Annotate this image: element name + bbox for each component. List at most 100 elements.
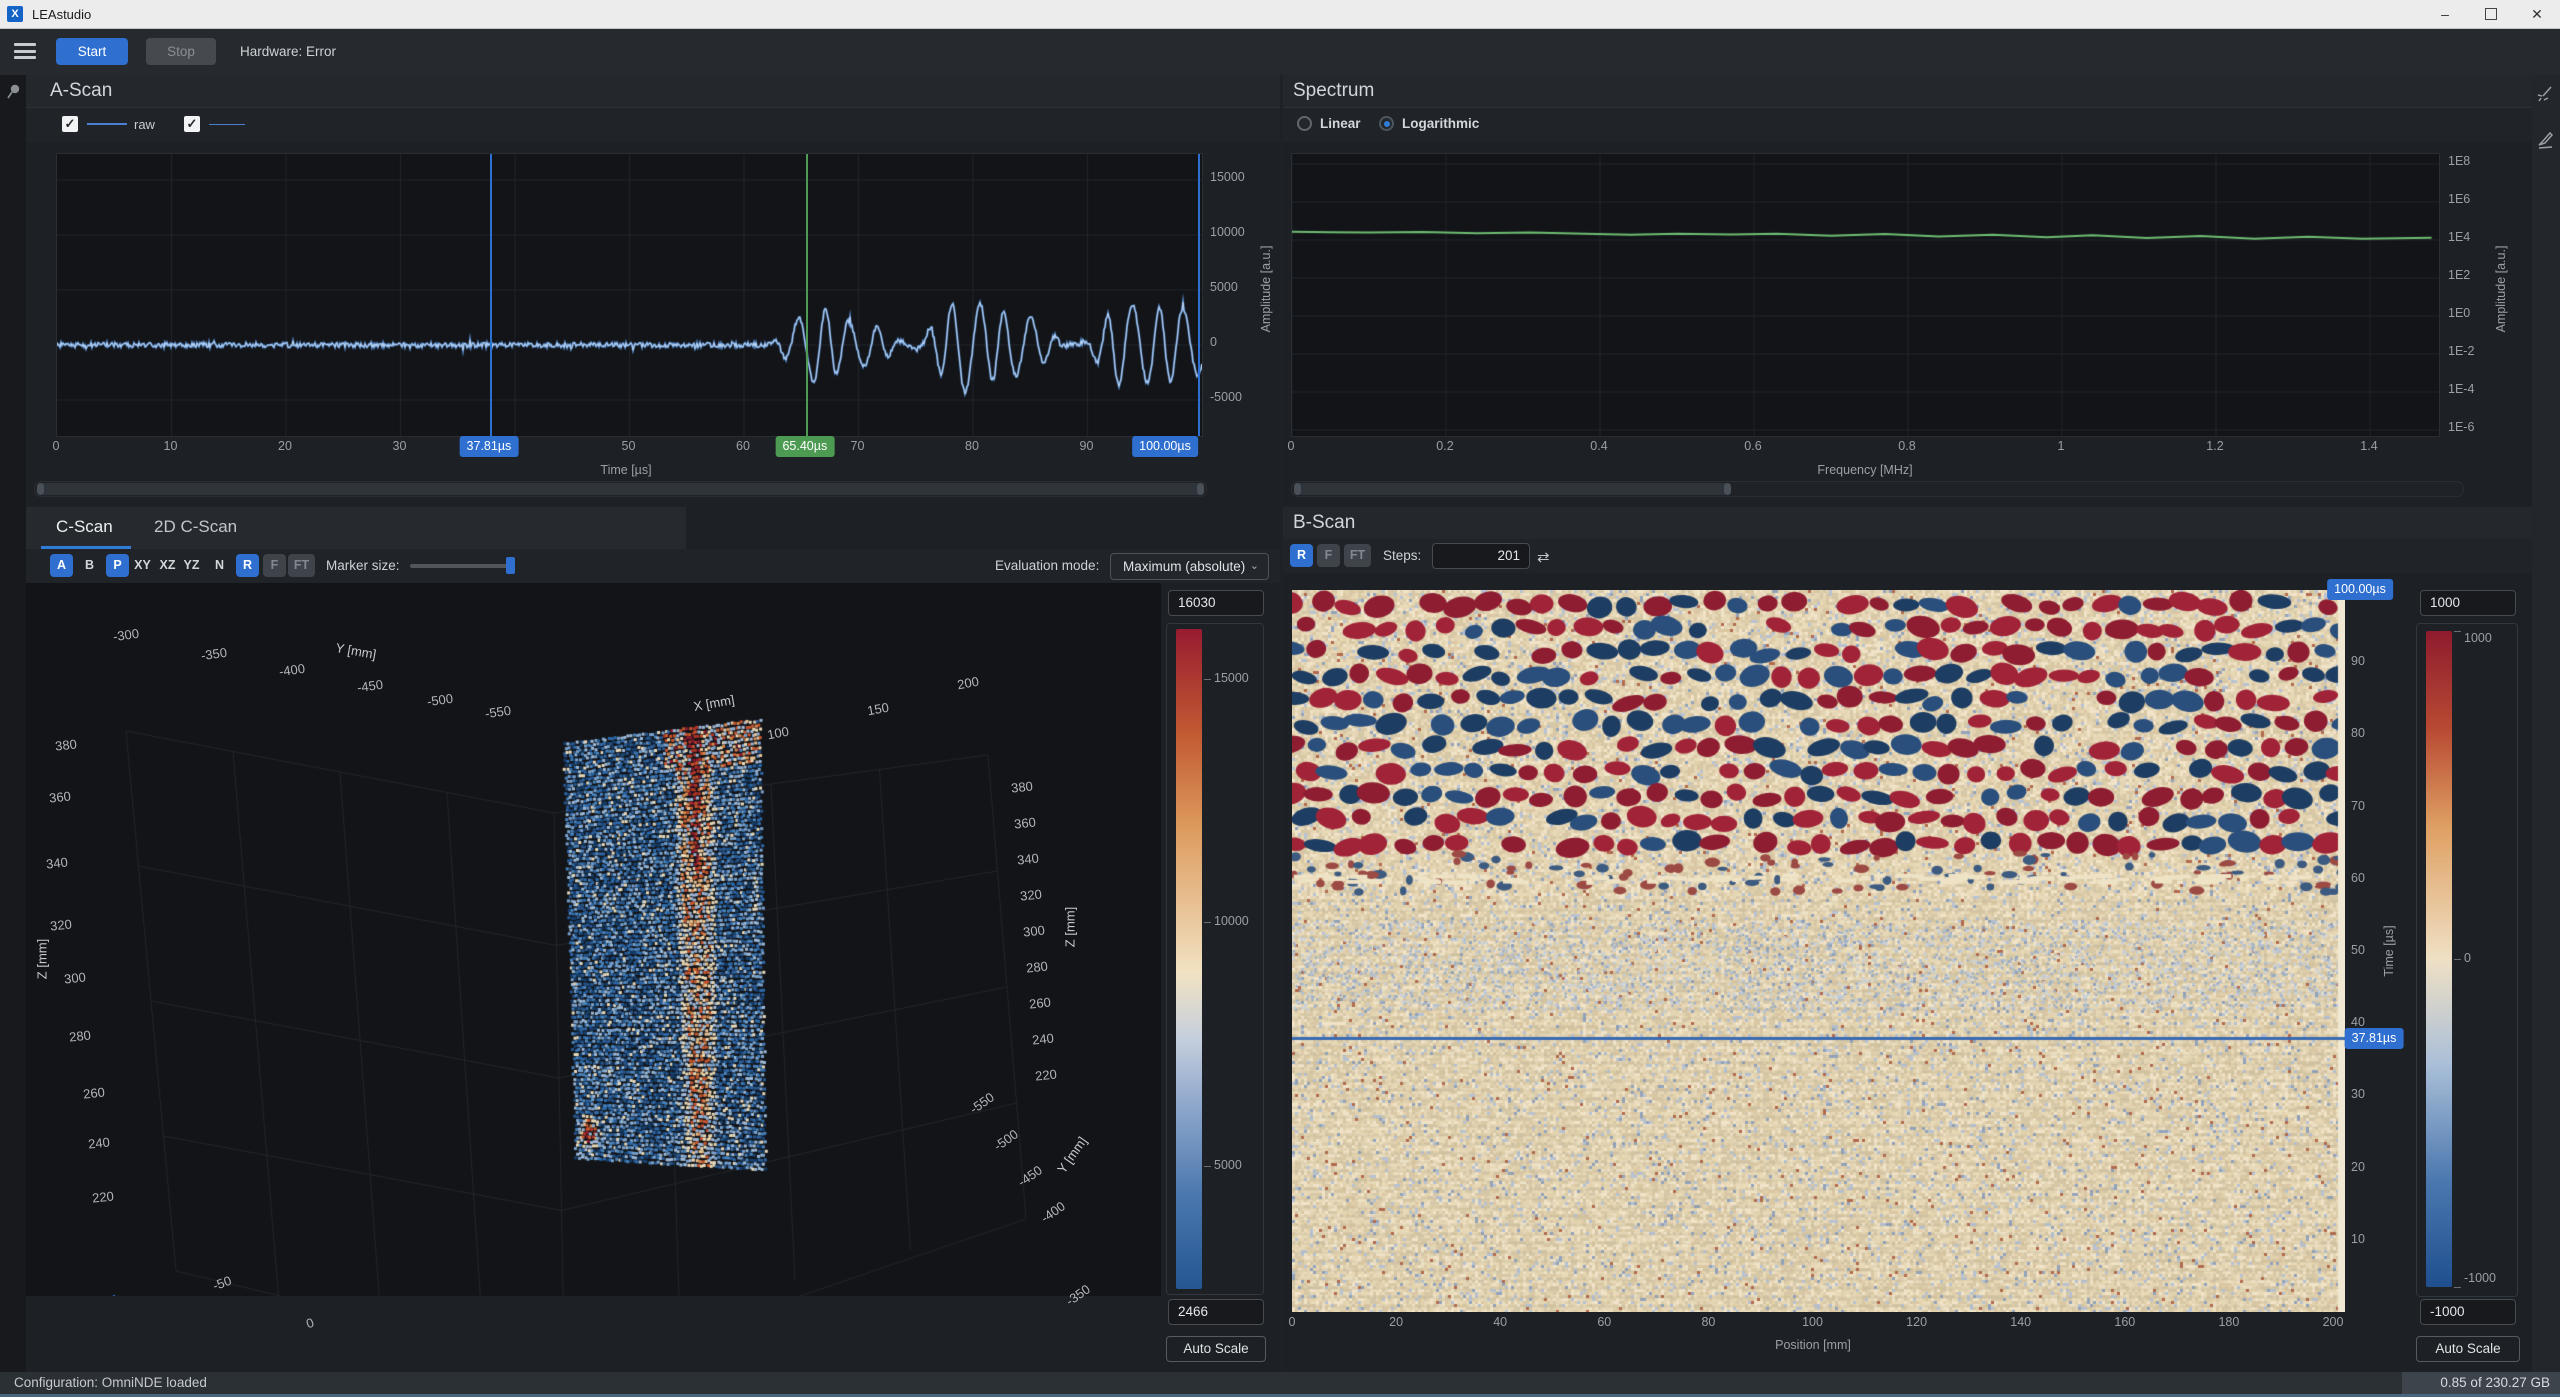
cscan-toggle-b[interactable]: B [78, 554, 101, 577]
main-toolbar: Start Stop Hardware: Error [0, 29, 2560, 75]
radio-unselected-icon[interactable] [1297, 116, 1312, 131]
stop-button[interactable]: Stop [146, 38, 216, 65]
ascan-x-tick: 80 [965, 439, 979, 453]
cscan-3d-plot[interactable] [26, 583, 1161, 1296]
bscan-heatmap[interactable] [1292, 590, 2345, 1312]
spectrum-x-tick: 0.6 [1744, 439, 1761, 453]
spectrum-y-tick: 1E-2 [2448, 344, 2474, 358]
close-button[interactable]: ✕ [2514, 0, 2560, 28]
ascan-marker-line[interactable] [490, 154, 492, 436]
status-bar: Configuration: OmniNDE loaded 0.85 of 23… [0, 1372, 2560, 1394]
bscan-y-tick: 70 [2351, 799, 2365, 813]
bscan-marker-badge[interactable]: 37.81µs [2345, 1028, 2404, 1049]
cscan-toggle-yz[interactable]: YZ [180, 554, 203, 577]
marker-size-slider[interactable] [410, 564, 512, 568]
checkbox-checked-icon[interactable]: ✓ [62, 116, 78, 132]
ascan-y-tick: -5000 [1210, 390, 1242, 404]
bscan-toggle-ft: FT [1344, 544, 1371, 567]
cscan-colorbar-min-input[interactable]: 2466 [1168, 1299, 1264, 1325]
spectrum-x-tick: 0.2 [1436, 439, 1453, 453]
cscan-scatter-canvas[interactable] [26, 583, 1161, 1296]
bscan-x-tick: 200 [2323, 1315, 2344, 1329]
bscan-toggle-f: F [1317, 544, 1340, 567]
annotate-icon[interactable] [2536, 130, 2556, 150]
status-configuration: Configuration: OmniNDE loaded [14, 1372, 207, 1394]
ascan-marker-line[interactable] [806, 154, 808, 436]
scrollbar-left-handle[interactable] [1294, 483, 1301, 495]
app-icon: X [7, 6, 23, 22]
ascan-x-tick: 70 [851, 439, 865, 453]
bscan-y-axis-label: Time [µs] [2382, 925, 2396, 976]
pin-icon[interactable] [4, 82, 24, 102]
minimize-button[interactable]: – [2422, 0, 2468, 28]
spectrum-x-tick: 1 [2058, 439, 2065, 453]
cscan-colorbar-tick: 15000 [1214, 671, 1249, 685]
radio-selected-icon[interactable] [1379, 116, 1394, 131]
bscan-x-tick: 120 [1906, 1315, 1927, 1329]
bscan-cursor-badge[interactable]: 100.00µs [2327, 579, 2393, 600]
ascan-x-tick: 30 [393, 439, 407, 453]
title-bar: X LEAstudio – ✕ [0, 0, 2560, 29]
swap-icon[interactable]: ⇄ [1537, 548, 1550, 566]
bscan-x-tick: 40 [1493, 1315, 1507, 1329]
tab-2d-cscan[interactable]: 2D C-Scan [154, 507, 237, 549]
cscan-toggle-r[interactable]: R [236, 554, 259, 577]
spectrum-title: Spectrum [1283, 75, 2532, 108]
checkbox-checked-icon[interactable]: ✓ [184, 116, 200, 132]
brush-icon[interactable] [2536, 84, 2556, 104]
spectrum-y-tick: 1E0 [2448, 306, 2470, 320]
cscan-toggle-xz[interactable]: XZ [156, 554, 179, 577]
bscan-y-tick: 20 [2351, 1160, 2365, 1174]
evaluation-mode-select[interactable]: Maximum (absolute) ⌄ [1110, 553, 1269, 580]
cscan-controls: ABPXYXZYZNRFFT Marker size: Evaluation m… [26, 549, 1280, 583]
scrollbar-right-handle[interactable] [1197, 483, 1204, 495]
legend-label: raw [134, 117, 155, 132]
bscan-autoscale-button[interactable]: Auto Scale [2416, 1336, 2520, 1362]
bscan-colorbar-min-input[interactable]: -1000 [2420, 1299, 2516, 1325]
bscan-toggle-r[interactable]: R [1290, 544, 1313, 567]
cscan-colorbar-tick: 10000 [1214, 914, 1249, 928]
cscan-toggle-p[interactable]: P [106, 554, 129, 577]
tab-cscan[interactable]: C-Scan [56, 507, 113, 549]
ascan-marker-badge[interactable]: 100.00µs [1132, 436, 1198, 457]
ascan-marker-line[interactable] [1198, 154, 1200, 436]
bscan-title: B-Scan [1283, 507, 2532, 540]
ascan-marker-badge[interactable]: 37.81µs [460, 436, 519, 457]
ascan-x-tick: 0 [53, 439, 60, 453]
cscan-colorbar [1176, 629, 1202, 1289]
ascan-plot[interactable] [56, 153, 1203, 437]
menu-icon[interactable] [14, 43, 36, 59]
cscan-toggle-xy[interactable]: XY [131, 554, 154, 577]
steps-label: Steps: [1383, 548, 1421, 563]
ascan-waveform-canvas[interactable] [57, 154, 1202, 436]
bscan-y-tick: 50 [2351, 943, 2365, 957]
cscan-autoscale-button[interactable]: Auto Scale [1166, 1336, 1266, 1362]
spectrum-x-tick: 1.4 [2360, 439, 2377, 453]
start-button[interactable]: Start [56, 38, 128, 65]
cscan-toggle-n[interactable]: N [208, 554, 231, 577]
legend-item-raw[interactable]: ✓ raw [62, 116, 155, 132]
cscan-colorbar-max-input[interactable]: 16030 [1168, 590, 1264, 616]
cscan-3d-tick: 0 [304, 1315, 316, 1332]
bscan-y-tick: 90 [2351, 654, 2365, 668]
cscan-toggle-a[interactable]: A [50, 554, 73, 577]
spectrum-y-tick: 1E6 [2448, 192, 2470, 206]
marker-size-slider-handle[interactable] [506, 557, 515, 574]
ascan-scrollbar[interactable] [34, 481, 1207, 497]
ascan-marker-badge[interactable]: 65.40µs [775, 436, 834, 457]
spectrum-scrollbar[interactable] [1291, 481, 2464, 497]
maximize-button[interactable] [2468, 0, 2514, 28]
spectrum-plot[interactable] [1291, 153, 2440, 437]
radio-logarithmic[interactable]: Logarithmic [1379, 116, 1479, 131]
bscan-panel: B-Scan RFFT Steps: 201 ⇄ 020406080100120… [1283, 507, 2532, 1372]
spectrum-line-canvas[interactable] [1292, 154, 2439, 436]
steps-input[interactable]: 201 [1432, 543, 1530, 569]
scrollbar-right-handle[interactable] [1724, 483, 1731, 495]
legend-item-2[interactable]: ✓ [184, 116, 245, 132]
bscan-y-tick: 80 [2351, 726, 2365, 740]
bscan-x-axis-label: Position [mm] [1775, 1338, 1851, 1352]
bscan-heatmap-canvas[interactable] [1292, 590, 2345, 1312]
scrollbar-left-handle[interactable] [37, 483, 44, 495]
bscan-colorbar-max-input[interactable]: 1000 [2420, 590, 2516, 616]
radio-linear[interactable]: Linear [1297, 116, 1361, 131]
